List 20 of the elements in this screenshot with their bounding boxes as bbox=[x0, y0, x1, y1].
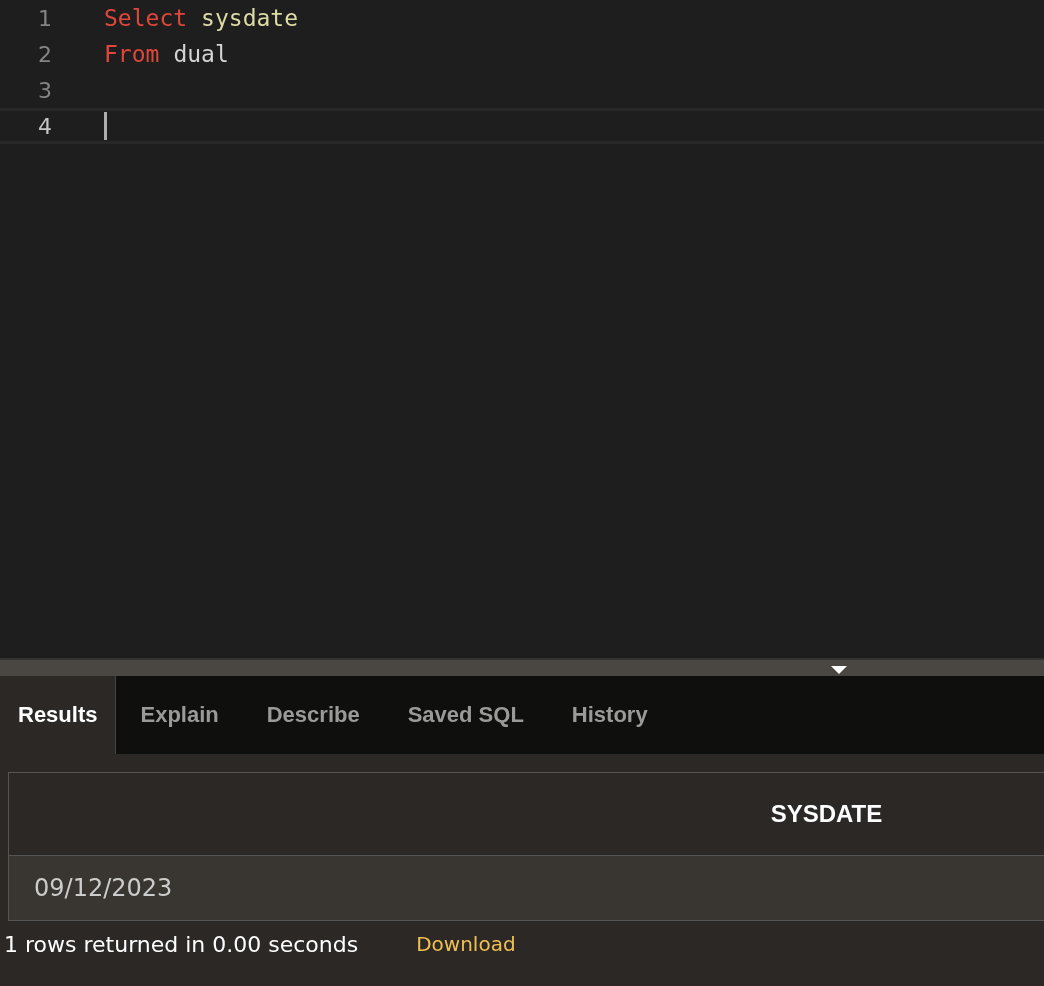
tab[interactable]: History bbox=[547, 676, 672, 754]
column-header[interactable]: SYSDATE bbox=[170, 800, 883, 828]
line-number: 1 bbox=[37, 5, 52, 31]
code-editor[interactable]: 1 Select sysdate 2 From dual 3 4 bbox=[0, 0, 1044, 658]
line-number: 3 bbox=[37, 77, 52, 103]
code-token: Select bbox=[104, 5, 188, 31]
table-cell-text: 09/12/2023 bbox=[33, 874, 173, 902]
tab[interactable]: Saved SQL bbox=[383, 676, 548, 754]
line-number: 4 bbox=[37, 113, 52, 139]
text-cursor bbox=[104, 112, 107, 140]
tab[interactable]: Describe bbox=[242, 676, 384, 754]
code-token: From bbox=[104, 41, 160, 67]
code-token: sysdate bbox=[201, 5, 299, 31]
download-link[interactable]: Download bbox=[416, 932, 516, 956]
rows-returned-message: 1 rows returned in 0.00 seconds bbox=[4, 931, 359, 957]
collapse-triangle-icon[interactable] bbox=[831, 666, 847, 674]
tab[interactable]: Explain bbox=[116, 676, 243, 754]
code-token: dual bbox=[173, 41, 229, 67]
tab[interactable]: Results bbox=[0, 676, 117, 754]
line-number: 2 bbox=[37, 41, 52, 67]
